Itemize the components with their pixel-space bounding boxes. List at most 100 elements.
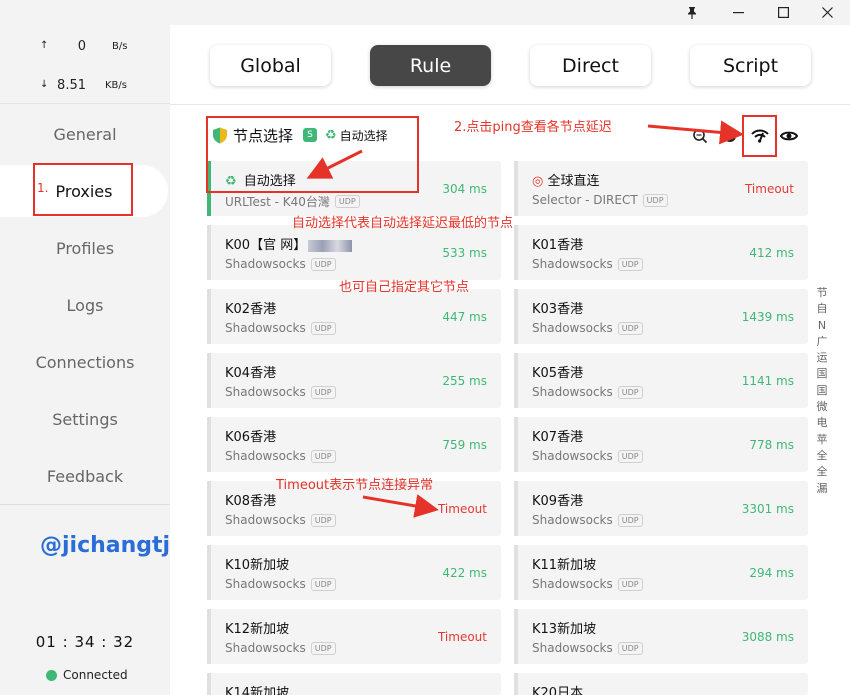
proxy-delay[interactable]: 778 ms (749, 438, 794, 452)
scroll-index-item[interactable]: 广 (815, 334, 829, 350)
proxy-card[interactable]: K14新加坡 (207, 673, 501, 695)
proxy-delay[interactable]: 3088 ms (742, 630, 794, 644)
annotation-ping-hint: 2.点击ping查看各节点延迟 (454, 120, 612, 135)
proxy-card[interactable]: K04香港 Shadowsocks UDP 255 ms (207, 353, 501, 408)
proxy-type: Shadowsocks UDP (532, 449, 643, 463)
scroll-index-item[interactable]: 全 (815, 464, 829, 480)
udp-badge: UDP (617, 641, 643, 655)
udp-badge: UDP (310, 321, 336, 335)
scroll-index[interactable]: 节 自 N 广 运 国 国 微 电 苹 全 全 漏 (815, 285, 829, 497)
annotation-box-ping (742, 115, 777, 157)
proxy-delay[interactable]: 304 ms (442, 182, 487, 196)
maximize-icon[interactable] (763, 0, 803, 25)
mode-global-button[interactable]: Global (210, 45, 331, 86)
proxy-card[interactable]: K05香港 Shadowsocks UDP 1141 ms (514, 353, 808, 408)
scroll-index-item[interactable]: 节 (815, 285, 829, 301)
proxy-delay[interactable]: 447 ms (442, 310, 487, 324)
proxy-card[interactable]: K09香港 Shadowsocks UDP 3301 ms (514, 481, 808, 536)
proxy-type: Shadowsocks UDP (225, 577, 336, 591)
location-icon[interactable] (720, 126, 740, 146)
udp-badge: UDP (617, 577, 643, 591)
scroll-index-item[interactable]: N (815, 318, 829, 334)
proxy-delay[interactable]: 759 ms (442, 438, 487, 452)
selection-bar (207, 353, 211, 408)
proxy-delay[interactable]: Timeout (745, 182, 794, 196)
annotation-timeout-hint: Timeout表示节点连接异常 (276, 478, 434, 493)
proxy-card[interactable]: K20日本 (514, 673, 808, 695)
sidebar-item-general[interactable]: General (0, 108, 170, 160)
scroll-index-item[interactable]: 漏 (815, 481, 829, 497)
proxy-delay[interactable]: Timeout (438, 502, 487, 516)
sidebar-item-settings[interactable]: Settings (0, 393, 170, 445)
proxy-card[interactable]: K11新加坡 Shadowsocks UDP 294 ms (514, 545, 808, 600)
sidebar-item-profiles[interactable]: Profiles (0, 222, 170, 274)
eye-icon[interactable] (779, 126, 799, 146)
sidebar-item-connections[interactable]: Connections (0, 336, 170, 388)
sidebar-item-feedback[interactable]: Feedback (0, 450, 170, 502)
udp-badge: UDP (310, 449, 336, 463)
proxy-delay[interactable]: Timeout (438, 630, 487, 644)
scroll-index-item[interactable]: 电 (815, 415, 829, 431)
watermark: @jichangtj (40, 533, 171, 558)
mode-direct-button[interactable]: Direct (530, 45, 651, 86)
proxy-card[interactable]: K00【官 网】 Shadowsocks UDP 533 ms (207, 225, 501, 280)
download-value: 8.51 (57, 78, 86, 93)
proxy-name: K12新加坡 (225, 622, 290, 637)
proxy-type: Shadowsocks UDP (532, 641, 643, 655)
proxy-card[interactable]: K13新加坡 Shadowsocks UDP 3088 ms (514, 609, 808, 664)
close-icon[interactable] (807, 0, 847, 25)
download-speed: ↓ 8.51 KB/s (0, 76, 170, 96)
sidebar-item-label: Profiles (55, 238, 115, 258)
scroll-index-item[interactable]: 自 (815, 301, 829, 317)
udp-badge: UDP (310, 385, 336, 399)
proxy-card[interactable]: K03香港 Shadowsocks UDP 1439 ms (514, 289, 808, 344)
proxy-name: K09香港 (532, 494, 584, 509)
scroll-index-item[interactable]: 微 (815, 399, 829, 415)
mode-script-button[interactable]: Script (690, 45, 811, 86)
target-icon: ◎ (532, 174, 544, 189)
proxy-card[interactable]: K12新加坡 Shadowsocks UDP Timeout (207, 609, 501, 664)
title-bar (0, 0, 850, 25)
upload-speed: ↑ 0 B/s (0, 37, 170, 57)
proxy-name: K03香港 (532, 302, 584, 317)
proxy-delay[interactable]: 294 ms (749, 566, 794, 580)
proxy-card-global-direct[interactable]: ◎ 全球直连 Selector - DIRECT UDP Timeout (514, 161, 808, 216)
proxy-card[interactable]: K01香港 Shadowsocks UDP 412 ms (514, 225, 808, 280)
annotation-manual-hint: 也可自己指定其它节点 (339, 280, 470, 295)
udp-badge: UDP (310, 257, 336, 271)
sidebar-item-label: Connections (35, 352, 135, 372)
udp-badge: UDP (642, 193, 668, 207)
proxy-type: Shadowsocks UDP (225, 641, 336, 655)
proxy-card[interactable]: K10新加坡 Shadowsocks UDP 422 ms (207, 545, 501, 600)
minimize-icon[interactable] (718, 0, 758, 25)
proxy-delay[interactable]: 1141 ms (742, 374, 794, 388)
scroll-index-item[interactable]: 全 (815, 448, 829, 464)
proxy-card[interactable]: K02香港 Shadowsocks UDP 447 ms (207, 289, 501, 344)
scroll-index-item[interactable]: 国 (815, 383, 829, 399)
proxy-card[interactable]: K07香港 Shadowsocks UDP 778 ms (514, 417, 808, 472)
scroll-index-item[interactable]: 国 (815, 366, 829, 382)
proxy-delay[interactable]: 255 ms (442, 374, 487, 388)
selection-bar (207, 481, 211, 536)
mode-rule-button[interactable]: Rule (370, 45, 491, 86)
traffic-panel: ↑ 0 B/s ↓ 8.51 KB/s (0, 25, 170, 104)
scroll-index-item[interactable]: 苹 (815, 432, 829, 448)
proxy-name: K13新加坡 (532, 622, 597, 637)
selection-bar (514, 353, 518, 408)
selection-bar (514, 609, 518, 664)
upload-value: 0 (77, 39, 86, 54)
selection-bar (514, 673, 518, 695)
proxy-delay[interactable]: 1439 ms (742, 310, 794, 324)
proxy-card[interactable]: K06香港 Shadowsocks UDP 759 ms (207, 417, 501, 472)
proxy-name: K14新加坡 (225, 686, 290, 695)
proxy-delay[interactable]: 3301 ms (742, 502, 794, 516)
scroll-index-item[interactable]: 运 (815, 350, 829, 366)
search-proxy-icon[interactable] (690, 126, 710, 146)
proxy-delay[interactable]: 412 ms (749, 246, 794, 260)
proxy-delay[interactable]: 422 ms (442, 566, 487, 580)
proxy-delay[interactable]: 533 ms (442, 246, 487, 260)
pin-icon[interactable] (672, 0, 712, 25)
sidebar-item-logs[interactable]: Logs (0, 279, 170, 331)
proxy-type: Shadowsocks UDP (225, 321, 336, 335)
udp-badge: UDP (334, 195, 360, 208)
